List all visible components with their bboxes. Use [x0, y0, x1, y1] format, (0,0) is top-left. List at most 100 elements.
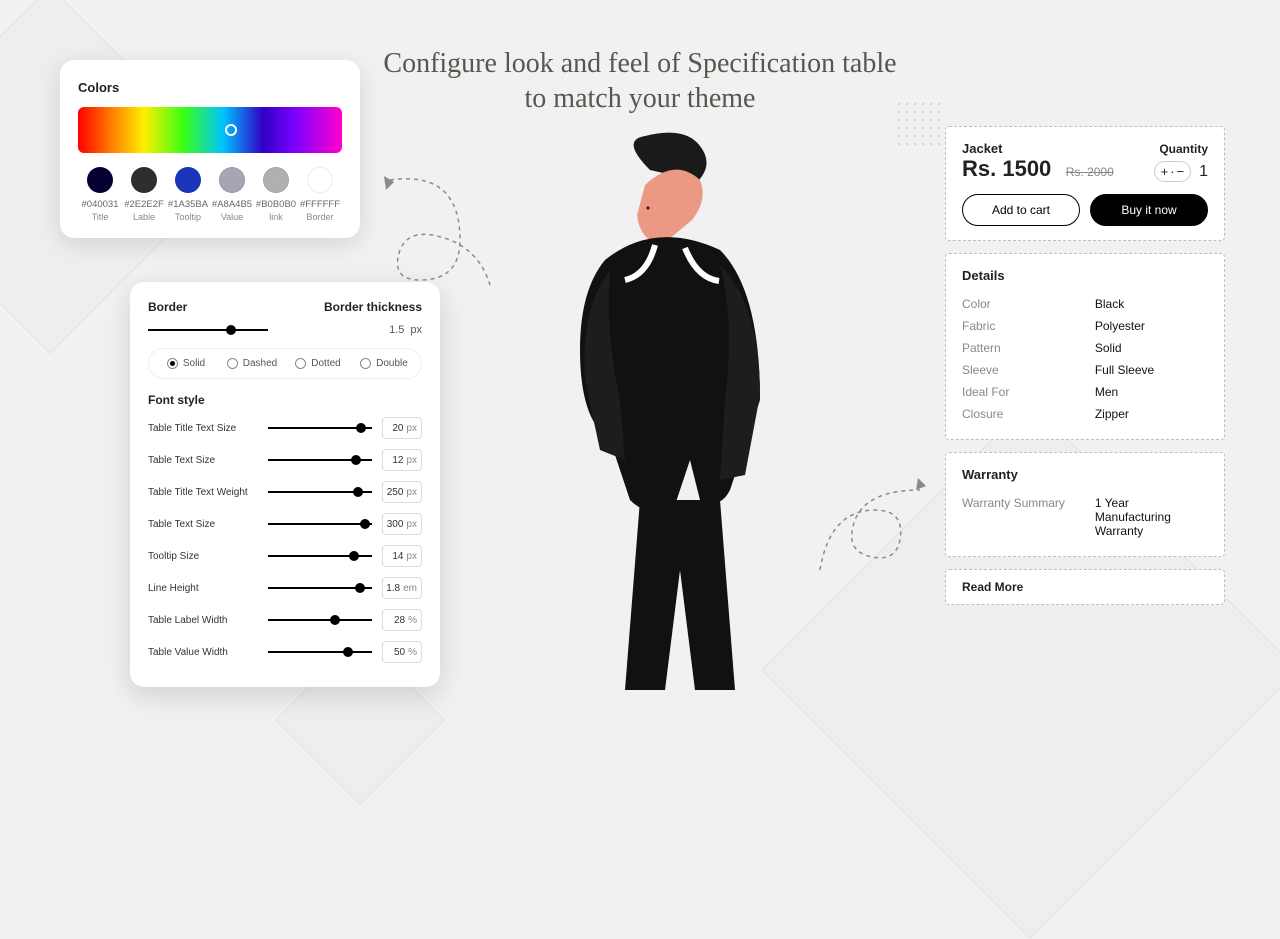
buy-now-button[interactable]: Buy it now — [1090, 194, 1208, 226]
setting-slider[interactable] — [268, 423, 372, 433]
setting-value: 14 — [392, 551, 403, 562]
setting-unit: % — [408, 615, 417, 626]
add-to-cart-button[interactable]: Add to cart — [962, 194, 1080, 226]
settings-panel: Border Border thickness 1.5 px SolidDash… — [130, 282, 440, 687]
radio-icon — [360, 358, 371, 369]
font-setting-row: Table Value Width 50 % — [148, 641, 422, 663]
arrow-decoration — [380, 170, 500, 300]
product-card: Jacket Quantity Rs. 1500 Rs. 2000 +·− 1 … — [945, 126, 1225, 241]
swatch-dot[interactable] — [263, 167, 289, 193]
setting-unit: % — [408, 647, 417, 658]
read-more-button[interactable]: Read More — [945, 569, 1225, 605]
setting-value-box[interactable]: 14 px — [382, 545, 422, 567]
quantity-stepper[interactable]: +·− 1 — [1154, 161, 1208, 182]
warranty-label: Warranty Summary — [962, 496, 1065, 538]
qty-plus-icon[interactable]: + — [1161, 164, 1169, 179]
color-gradient-slider[interactable] — [78, 107, 342, 153]
dots-decoration — [895, 100, 945, 150]
setting-value-box[interactable]: 1.8 em — [382, 577, 422, 599]
setting-slider[interactable] — [268, 583, 372, 593]
spec-key: Color — [962, 297, 991, 311]
border-style-solid[interactable]: Solid — [155, 353, 217, 374]
setting-slider[interactable] — [268, 551, 372, 561]
warranty-title: Warranty — [962, 467, 1208, 482]
setting-slider[interactable] — [268, 615, 372, 625]
color-swatch[interactable]: #A8A4B5 Value — [210, 167, 254, 222]
radio-label: Dotted — [311, 358, 340, 369]
colors-panel: Colors #040031 Title #2E2E2F Lable #1A35… — [60, 60, 360, 238]
border-style-double[interactable]: Double — [353, 353, 415, 374]
details-card: Details ColorBlackFabricPolyesterPattern… — [945, 253, 1225, 440]
font-setting-row: Tooltip Size 14 px — [148, 545, 422, 567]
border-style-dashed[interactable]: Dashed — [221, 353, 283, 374]
setting-value: 300 — [387, 519, 404, 530]
setting-unit: em — [403, 583, 417, 594]
setting-label: Table Text Size — [148, 519, 258, 530]
swatch-dot[interactable] — [131, 167, 157, 193]
gradient-cursor[interactable] — [225, 124, 237, 136]
setting-label: Table Title Text Weight — [148, 487, 258, 498]
setting-label: Table Value Width — [148, 647, 258, 658]
spec-value: Full Sleeve — [1095, 363, 1208, 377]
spec-value: Solid — [1095, 341, 1208, 355]
swatch-role: Value — [221, 212, 243, 222]
setting-value-box[interactable]: 250 px — [382, 481, 422, 503]
setting-slider[interactable] — [268, 487, 372, 497]
spec-value: Polyester — [1095, 319, 1208, 333]
swatch-dot[interactable] — [307, 167, 333, 193]
product-preview: Jacket Quantity Rs. 1500 Rs. 2000 +·− 1 … — [945, 126, 1225, 605]
spec-row: Fabric Polyester — [962, 315, 1208, 337]
quantity-value: 1 — [1199, 163, 1208, 181]
setting-unit: px — [406, 519, 417, 530]
color-swatch[interactable]: #FFFFFF Border — [298, 167, 342, 222]
arrow-decoration — [810, 470, 930, 590]
colors-heading: Colors — [78, 80, 342, 95]
spec-value: Zipper — [1095, 407, 1208, 421]
setting-value-box[interactable]: 12 px — [382, 449, 422, 471]
font-setting-row: Table Text Size 300 px — [148, 513, 422, 535]
border-style-dotted[interactable]: Dotted — [287, 353, 349, 374]
spec-key: Fabric — [962, 319, 995, 333]
setting-unit: px — [406, 455, 417, 466]
quantity-label: Quantity — [1159, 142, 1208, 156]
font-setting-row: Table Text Size 12 px — [148, 449, 422, 471]
warranty-card: Warranty Warranty Summary 1 Year Manufac… — [945, 452, 1225, 557]
product-name: Jacket — [962, 141, 1002, 156]
setting-slider[interactable] — [268, 519, 372, 529]
product-illustration — [505, 130, 815, 690]
spec-row: SleeveFull Sleeve — [962, 359, 1208, 381]
setting-value-box[interactable]: 28 % — [382, 609, 422, 631]
setting-label: Table Text Size — [148, 455, 258, 466]
color-swatch[interactable]: #B0B0B0 link — [254, 167, 298, 222]
border-thickness-slider[interactable] — [148, 325, 268, 335]
thickness-value: 1.5 — [389, 324, 404, 336]
setting-value-box[interactable]: 50 % — [382, 641, 422, 663]
page-title: Configure look and feel of Specification… — [380, 46, 900, 116]
color-swatch[interactable]: #1A35BA Tooltip — [166, 167, 210, 222]
swatch-dot[interactable] — [175, 167, 201, 193]
color-swatch[interactable]: #040031 Title — [78, 167, 122, 222]
setting-slider[interactable] — [268, 455, 372, 465]
setting-value-box[interactable]: 300 px — [382, 513, 422, 535]
qty-minus-icon[interactable]: − — [1177, 164, 1185, 179]
swatch-dot[interactable] — [219, 167, 245, 193]
font-style-heading: Font style — [148, 393, 422, 407]
setting-value: 28 — [394, 615, 405, 626]
border-thickness-heading: Border thickness — [324, 300, 422, 314]
swatch-hex: #2E2E2F — [122, 199, 166, 210]
setting-value-box[interactable]: 20 px — [382, 417, 422, 439]
swatch-hex: #B0B0B0 — [254, 199, 298, 210]
radio-label: Dashed — [243, 358, 277, 369]
radio-label: Solid — [183, 358, 205, 369]
swatch-hex: #FFFFFF — [298, 199, 342, 210]
swatch-hex: #040031 — [78, 199, 122, 210]
swatch-dot[interactable] — [87, 167, 113, 193]
color-swatch[interactable]: #2E2E2F Lable — [122, 167, 166, 222]
spec-row: Color Black — [962, 293, 1208, 315]
spec-value: Black — [1095, 297, 1208, 311]
swatch-hex: #1A35BA — [166, 199, 210, 210]
spec-key: Pattern — [962, 341, 1001, 355]
spec-row: ClosureZipper — [962, 403, 1208, 425]
setting-slider[interactable] — [268, 647, 372, 657]
swatch-role: Title — [92, 212, 109, 222]
